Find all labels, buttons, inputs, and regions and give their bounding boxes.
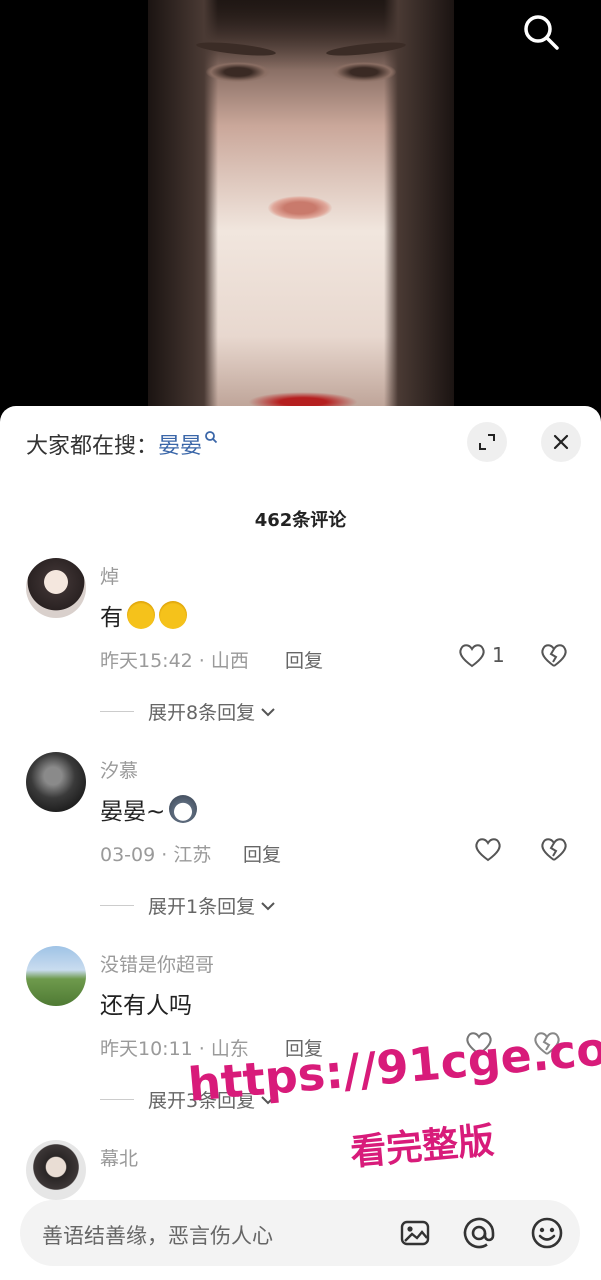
- lips: [268, 196, 332, 220]
- comment-meta: 昨天10:11 · 山东: [100, 1038, 249, 1060]
- mention-button[interactable]: [460, 1214, 498, 1252]
- hair-right: [384, 0, 454, 420]
- comment-text-content: 晏晏~: [100, 799, 166, 825]
- comment-username[interactable]: 汐慕: [100, 756, 138, 783]
- comment-meta: 昨天15:42 · 山西: [100, 650, 249, 672]
- expand-replies-label: 展开8条回复: [148, 702, 256, 724]
- comment-item: 汐慕 晏晏~ 03-09 · 江苏 回复 展开1条回复: [0, 752, 601, 942]
- comment-username[interactable]: 没错是你超哥: [100, 950, 214, 977]
- trending-search-icon: [205, 431, 218, 444]
- comment-username[interactable]: 幕北: [100, 1144, 138, 1171]
- reply-button[interactable]: 回复: [243, 840, 281, 867]
- like-count: 1: [492, 643, 505, 667]
- like-button[interactable]: [462, 1030, 496, 1056]
- at-icon: [463, 1217, 495, 1249]
- trending-search[interactable]: 大家都在搜：晏晏: [26, 428, 218, 460]
- divider-line: [100, 711, 134, 712]
- search-button[interactable]: [521, 12, 561, 52]
- avatar[interactable]: [26, 752, 86, 812]
- reply-button[interactable]: 回复: [285, 1034, 323, 1061]
- emoji-icon: [531, 1217, 563, 1249]
- broken-heart-icon: [541, 838, 567, 861]
- panel-header: 大家都在搜：晏晏: [0, 406, 601, 482]
- comment-item: 焯 有 昨天15:42 · 山西 回复 1 展开8条回复: [0, 558, 601, 748]
- dislike-button[interactable]: [530, 1030, 564, 1060]
- video-frame: [148, 0, 454, 420]
- comment-input[interactable]: 善语结善缘，恶言伤人心: [42, 1220, 372, 1250]
- image-button[interactable]: [396, 1214, 434, 1252]
- trending-term[interactable]: 晏晏: [158, 434, 202, 459]
- crying-laughing-emoji-icon: [159, 601, 187, 629]
- hair-left: [148, 0, 218, 420]
- broken-heart-icon: [541, 644, 567, 667]
- chevron-down-icon: [261, 1095, 275, 1104]
- expand-panel-button[interactable]: [467, 422, 507, 462]
- heart-icon: [459, 644, 485, 668]
- comment-username[interactable]: 焯: [100, 562, 119, 589]
- comment-meta: 03-09 · 江苏: [100, 844, 212, 866]
- eye-right: [332, 62, 396, 82]
- reply-button[interactable]: 回复: [285, 646, 323, 673]
- expand-replies-button[interactable]: 展开1条回复: [100, 892, 277, 919]
- broken-heart-icon: [534, 1032, 560, 1055]
- heart-icon: [475, 838, 501, 862]
- trending-label: 大家都在搜：: [26, 434, 159, 459]
- avatar[interactable]: [26, 558, 86, 618]
- crying-laughing-emoji-icon: [127, 601, 155, 629]
- eye-left: [206, 62, 270, 82]
- like-button[interactable]: [474, 836, 502, 862]
- emoji-button[interactable]: [528, 1214, 566, 1252]
- close-panel-button[interactable]: [541, 422, 581, 462]
- chevron-down-icon: [261, 901, 275, 910]
- comment-text-content: 还有人吗: [100, 993, 192, 1019]
- comment-text: 有: [100, 598, 187, 632]
- expand-icon: [479, 434, 495, 450]
- expand-replies-button[interactable]: 展开8条回复: [100, 698, 277, 725]
- avatar[interactable]: [26, 1140, 86, 1200]
- comment-text-content: 有: [100, 605, 123, 631]
- dislike-button[interactable]: [540, 642, 568, 672]
- avatar[interactable]: [26, 946, 86, 1006]
- video-player[interactable]: [0, 0, 601, 420]
- like-button[interactable]: 1: [458, 642, 505, 668]
- comment-input-bar: 善语结善缘，恶言伤人心: [20, 1200, 580, 1266]
- comment-count: 462条评论: [254, 510, 347, 531]
- image-icon: [400, 1220, 430, 1246]
- comment-item: 没错是你超哥 还有人吗 昨天10:11 · 山东 回复 展开3条回复: [0, 946, 601, 1136]
- expand-replies-label: 展开1条回复: [148, 896, 256, 918]
- divider-line: [100, 1099, 134, 1100]
- comment-text: 晏晏~: [100, 792, 198, 826]
- divider-line: [100, 905, 134, 906]
- comment-text: 还有人吗: [100, 986, 192, 1020]
- close-icon: [553, 434, 569, 450]
- dislike-button[interactable]: [540, 836, 568, 866]
- heart-icon: [466, 1032, 492, 1056]
- search-icon: [524, 15, 559, 50]
- chevron-down-icon: [261, 707, 275, 716]
- expand-replies-label: 展开3条回复: [148, 1090, 256, 1112]
- expand-replies-button[interactable]: 展开3条回复: [100, 1086, 277, 1113]
- comment-panel: 大家都在搜：晏晏 462条评论 焯 有 昨天15:42 · 山西 回复 1 展开…: [0, 406, 601, 1280]
- husky-emoji-icon: [169, 795, 198, 823]
